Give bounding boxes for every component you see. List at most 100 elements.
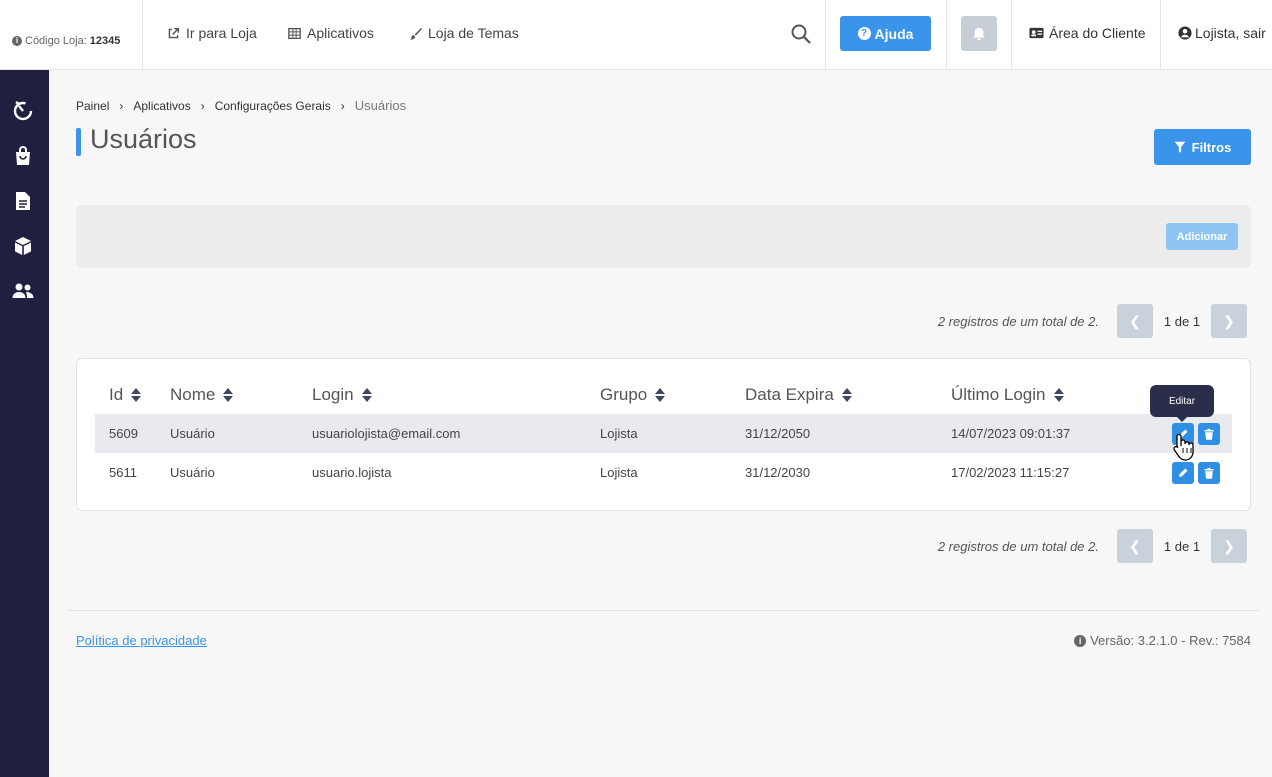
- divider: [1011, 0, 1012, 70]
- divider: [1160, 0, 1161, 70]
- filter-icon: [1174, 141, 1185, 153]
- info-icon: i: [12, 36, 22, 46]
- users-table: Id Nome Login Grupo Data Expira Último L…: [76, 358, 1251, 511]
- chevron-right-icon: ›: [119, 98, 124, 113]
- page-indicator: 1 de 1: [1163, 313, 1201, 329]
- user-circle-icon: [1178, 26, 1192, 40]
- column-header-nome[interactable]: Nome: [170, 385, 234, 405]
- title-accent-bar: [76, 128, 81, 156]
- next-page-button[interactable]: ❯: [1211, 529, 1247, 563]
- users-icon[interactable]: [11, 279, 35, 303]
- page-title: Usuários: [90, 124, 197, 154]
- themes-store-label: Loja de Temas: [428, 25, 519, 41]
- dashboard-gauge-icon[interactable]: [11, 98, 35, 122]
- breadcrumb-painel[interactable]: Painel: [76, 99, 109, 113]
- breadcrumb: Painel › Aplicativos › Configurações Ger…: [76, 98, 406, 113]
- prev-page-button[interactable]: ❮: [1117, 529, 1153, 563]
- delete-button[interactable]: [1198, 423, 1220, 445]
- edit-button[interactable]: [1172, 462, 1194, 484]
- breadcrumb-current: Usuários: [354, 98, 407, 113]
- column-label: Data Expira: [745, 385, 834, 404]
- cell-login: usuario.lojista: [312, 465, 392, 480]
- divider: [946, 0, 947, 70]
- id-card-icon: [1029, 27, 1044, 39]
- question-icon: ?: [857, 27, 871, 40]
- pagination-bottom: 2 registros de um total de 2. ❮ 1 de 1 ❯: [938, 529, 1247, 563]
- page-indicator: 1 de 1: [1163, 538, 1201, 554]
- pencil-icon: [1179, 468, 1188, 477]
- user-label: Lojista, sair: [1195, 25, 1266, 41]
- top-bar: i Código Loja: 12345 Ir para Loja Aplica…: [0, 0, 1272, 70]
- prev-page-button[interactable]: ❮: [1117, 304, 1153, 338]
- privacy-policy-link[interactable]: Política de privacidade: [76, 633, 207, 648]
- cell-login: usuariolojista@email.com: [312, 426, 461, 441]
- cell-id: 5611: [109, 465, 137, 480]
- column-label: Grupo: [600, 385, 648, 404]
- trash-icon: [1204, 428, 1214, 440]
- records-info: 2 registros de um total de 2.: [937, 313, 1099, 329]
- column-label: Id: [109, 385, 124, 404]
- chevron-right-icon: ❯: [1223, 537, 1235, 554]
- box-icon[interactable]: [11, 234, 35, 258]
- divider: [142, 0, 143, 70]
- store-code: i Código Loja: 12345: [12, 35, 120, 47]
- info-icon: i: [1074, 634, 1087, 647]
- records-info: 2 registros de um total de 2.: [937, 538, 1099, 554]
- column-header-login[interactable]: Login: [312, 385, 372, 405]
- sort-icon: [223, 388, 234, 402]
- cell-data-expira: 31/12/2050: [745, 426, 811, 441]
- cell-data-expira: 31/12/2030: [745, 465, 811, 480]
- apps-link[interactable]: Aplicativos: [288, 25, 374, 41]
- column-header-ultimo-login[interactable]: Último Login: [951, 385, 1064, 405]
- add-button[interactable]: Adicionar: [1166, 223, 1238, 250]
- client-area-link[interactable]: Área do Cliente: [1029, 25, 1146, 41]
- column-header-data-expira[interactable]: Data Expira: [745, 385, 852, 405]
- filters-button[interactable]: Filtros: [1154, 129, 1251, 165]
- help-label: Ajuda: [874, 25, 914, 42]
- apps-label: Aplicativos: [307, 25, 374, 41]
- cell-nome: Usuário: [170, 465, 215, 480]
- column-header-grupo[interactable]: Grupo: [600, 385, 666, 405]
- help-button[interactable]: ? Ajuda: [840, 16, 931, 51]
- filters-label: Filtros: [1191, 139, 1232, 155]
- cell-ultimo-login: 17/02/2023 11:15:27: [951, 465, 1070, 480]
- breadcrumb-configuracoes[interactable]: Configurações Gerais: [215, 99, 331, 113]
- column-header-id[interactable]: Id: [109, 385, 142, 405]
- version-label: Versão: 3.2.1.0 - Rev.: 7584: [1090, 633, 1251, 648]
- chevron-right-icon: ›: [340, 98, 345, 113]
- hand-cursor-icon: [1173, 433, 1194, 461]
- shopping-bag-icon[interactable]: [11, 144, 35, 168]
- column-label: Login: [312, 385, 354, 404]
- notifications-button[interactable]: [961, 16, 997, 51]
- document-icon[interactable]: [11, 189, 35, 213]
- trash-icon: [1204, 467, 1214, 479]
- sort-icon: [841, 388, 852, 402]
- column-label: Nome: [170, 385, 216, 404]
- go-to-store-label: Ir para Loja: [186, 25, 257, 41]
- table-row: 5611 Usuário usuario.lojista Lojista 31/…: [95, 453, 1232, 492]
- delete-button[interactable]: [1198, 462, 1220, 484]
- paintbrush-icon: [409, 27, 422, 39]
- bell-icon: [972, 27, 986, 40]
- store-code-value: 12345: [89, 35, 121, 47]
- go-to-store-link[interactable]: Ir para Loja: [167, 25, 257, 41]
- column-label: Último Login: [951, 385, 1046, 404]
- sort-icon: [1053, 388, 1064, 402]
- edit-tooltip: Editar: [1150, 385, 1214, 422]
- breadcrumb-aplicativos[interactable]: Aplicativos: [133, 99, 190, 113]
- search-icon[interactable]: [790, 23, 812, 45]
- action-panel: Adicionar: [76, 205, 1251, 268]
- chevron-right-icon: ❯: [1223, 312, 1235, 329]
- cell-nome: Usuário: [170, 426, 215, 441]
- cell-grupo: Lojista: [600, 465, 638, 480]
- chevron-right-icon: ›: [200, 98, 205, 113]
- next-page-button[interactable]: ❯: [1211, 304, 1247, 338]
- sort-icon: [361, 388, 372, 402]
- client-area-label: Área do Cliente: [1049, 25, 1146, 41]
- divider: [825, 0, 826, 70]
- footer-divider: [68, 610, 1259, 611]
- store-code-label: Código Loja:: [25, 35, 87, 47]
- user-logout-link[interactable]: Lojista, sair: [1178, 25, 1266, 41]
- chevron-left-icon: ❮: [1129, 537, 1141, 554]
- themes-store-link[interactable]: Loja de Temas: [409, 25, 519, 41]
